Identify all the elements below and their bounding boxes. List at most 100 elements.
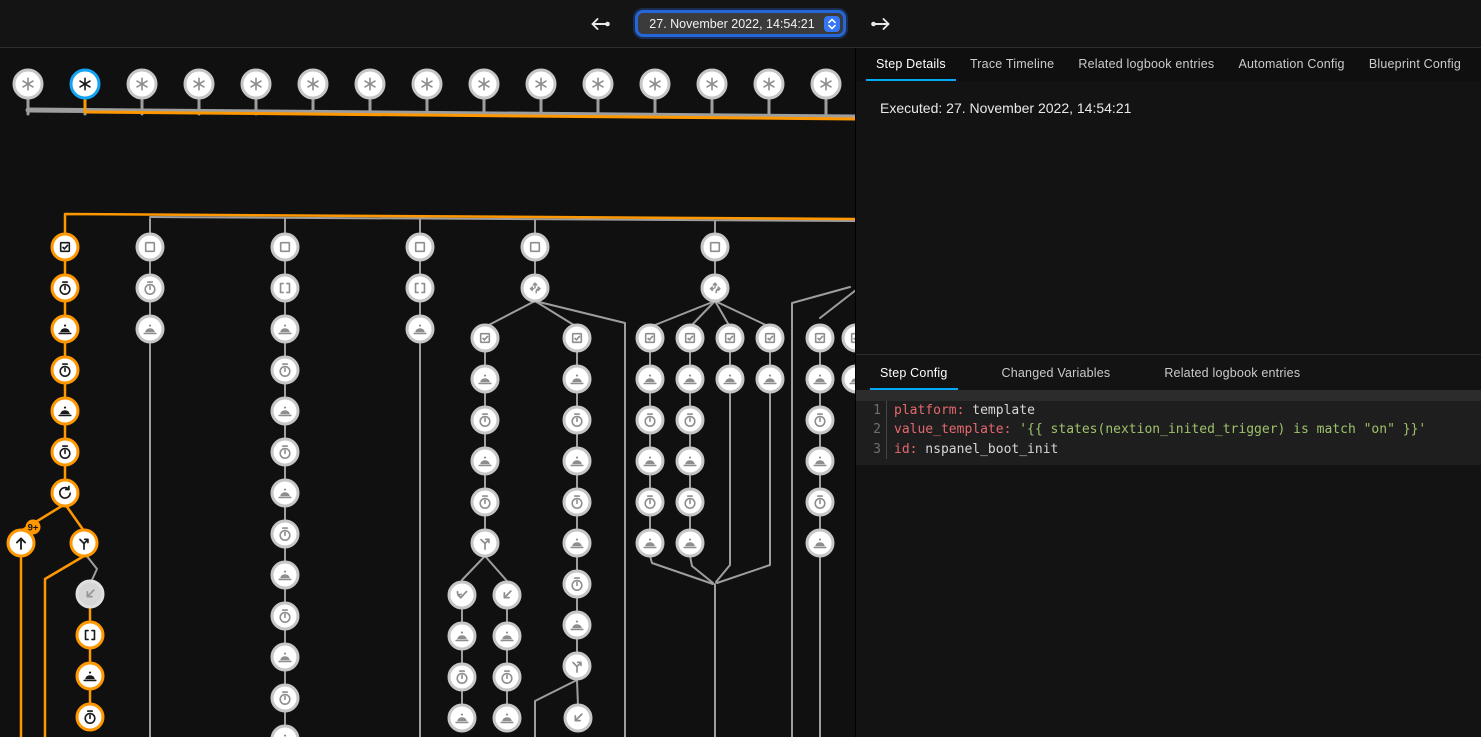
trace-graph-node-brackets[interactable] [407, 275, 433, 301]
tab-step-details[interactable]: Step Details [866, 48, 956, 81]
trace-graph-node-service[interactable] [449, 623, 475, 649]
trace-graph-node-timer[interactable] [272, 685, 298, 711]
tab-blueprint-config[interactable]: Blueprint Config [1359, 48, 1471, 81]
trace-graph-node-service[interactable] [757, 366, 783, 392]
trace-graph-node-repeat[interactable] [52, 480, 78, 506]
trace-graph-node-service[interactable] [272, 316, 298, 342]
trace-graph-node-checkbox-marked[interactable] [757, 325, 783, 351]
trace-graph-node-asterisk[interactable] [527, 70, 555, 98]
trace-graph-node-timer[interactable] [637, 489, 663, 515]
trace-graph-node-service[interactable] [807, 530, 833, 556]
trace-graph-node-asterisk[interactable] [14, 70, 42, 98]
trace-graph-node-asterisk[interactable] [641, 70, 669, 98]
trace-graph-node-checkbox-marked[interactable] [472, 325, 498, 351]
tab-trace-timeline[interactable]: Trace Timeline [960, 48, 1064, 81]
previous-run-button[interactable] [582, 12, 618, 36]
trace-graph-node-checkbox-blank[interactable] [137, 234, 163, 260]
trace-graph-node-asterisk[interactable] [470, 70, 498, 98]
trace-graph-node-timer[interactable] [272, 357, 298, 383]
trace-graph-node-asterisk[interactable] [755, 70, 783, 98]
trace-graph-node-service[interactable] [717, 366, 743, 392]
trace-graph-node-checkbox-marked[interactable] [52, 234, 78, 260]
tab-related-logbook-entries[interactable]: Related logbook entries [1154, 357, 1310, 390]
trace-graph-node-timer[interactable] [472, 489, 498, 515]
trace-graph-node-service[interactable] [843, 366, 855, 392]
trace-graph-node-timer[interactable] [677, 407, 703, 433]
trace-graph-node-service[interactable] [677, 448, 703, 474]
trace-graph-node-asterisk[interactable] [71, 70, 99, 98]
trace-graph-node-timer[interactable] [564, 407, 590, 433]
trace-graph-node-timer[interactable] [272, 521, 298, 547]
trace-graph-node-asterisk[interactable] [299, 70, 327, 98]
tab-changed-variables[interactable]: Changed Variables [992, 357, 1121, 390]
trace-graph-node-choose[interactable] [522, 275, 548, 301]
trace-graph-node-service[interactable] [807, 366, 833, 392]
trace-graph-node-timer[interactable] [449, 664, 475, 690]
tab-step-config[interactable]: Step Config [870, 357, 958, 390]
trace-graph-node-arrow-bottom-left[interactable] [77, 581, 103, 607]
trace-graph-node-checkbox-marked[interactable] [677, 325, 703, 351]
trace-graph-node-checkbox-marked[interactable] [637, 325, 663, 351]
trace-graph-node-asterisk[interactable] [185, 70, 213, 98]
next-run-button[interactable] [863, 12, 899, 36]
trace-graph-node-timer[interactable] [52, 275, 78, 301]
trace-graph-node-service[interactable] [564, 530, 590, 556]
trace-graph-node-timer[interactable] [564, 489, 590, 515]
trace-graph-node-asterisk[interactable] [356, 70, 384, 98]
trace-graph-node-checkbox-marked[interactable] [807, 325, 833, 351]
trace-graph-node-timer[interactable] [137, 275, 163, 301]
trace-graph-node-arrow-decision[interactable] [564, 653, 590, 679]
trace-graph-node-checkbox-blank[interactable] [522, 234, 548, 260]
trace-graph-node-checkbox-blank[interactable] [407, 234, 433, 260]
trace-graph-node-brackets[interactable] [272, 275, 298, 301]
trace-graph-node-asterisk[interactable] [812, 70, 840, 98]
trace-graph-node-check-curve[interactable] [449, 582, 475, 608]
trace-graph-node-service[interactable] [677, 366, 703, 392]
trace-graph-node-service[interactable] [564, 612, 590, 638]
trace-graph-node-service[interactable] [52, 398, 78, 424]
trace-graph-node-asterisk[interactable] [413, 70, 441, 98]
trace-graph-node-timer[interactable] [52, 439, 78, 465]
trace-graph-node-service[interactable] [564, 366, 590, 392]
trace-graph-node-checkbox-marked[interactable] [564, 325, 590, 351]
tab-related-logbook-entries[interactable]: Related logbook entries [1068, 48, 1224, 81]
trace-graph-node-timer[interactable] [272, 603, 298, 629]
trace-graph-node-asterisk[interactable] [584, 70, 612, 98]
trace-graph-node-arrow-decision[interactable] [71, 530, 97, 556]
trace-graph-node-service[interactable] [637, 366, 663, 392]
trace-graph-node-timer[interactable] [677, 489, 703, 515]
trace-graph-node-timer[interactable] [52, 357, 78, 383]
trace-graph-node-service[interactable] [272, 562, 298, 588]
trace-graph-node-timer[interactable] [807, 407, 833, 433]
trace-graph-node-timer[interactable] [494, 664, 520, 690]
trace-graph-node-timer[interactable] [807, 489, 833, 515]
trace-graph-node-service[interactable] [272, 726, 298, 737]
trace-graph-node-arrow-bottom-left[interactable] [494, 582, 520, 608]
yaml-code-editor[interactable]: 1platform: template2value_template: '{{ … [856, 390, 1481, 465]
trace-graph-node-checkbox-marked[interactable] [843, 325, 855, 351]
trace-graph-node-timer[interactable] [637, 407, 663, 433]
trace-graph-node-asterisk[interactable] [698, 70, 726, 98]
trace-graph-node-timer[interactable] [564, 571, 590, 597]
trace-graph-node-service[interactable] [137, 316, 163, 342]
trace-graph-node-asterisk[interactable] [242, 70, 270, 98]
trace-graph-node-service[interactable] [494, 623, 520, 649]
trace-graph-node-service[interactable] [472, 448, 498, 474]
trace-graph-node-service[interactable] [637, 530, 663, 556]
trace-graph-node-service[interactable] [677, 530, 703, 556]
trace-graph-node-timer[interactable] [472, 407, 498, 433]
trace-graph-node-choose[interactable] [702, 275, 728, 301]
trace-graph-node-timer[interactable] [77, 704, 103, 730]
trace-graph-node-service[interactable] [637, 448, 663, 474]
trace-graph-node-timer[interactable] [272, 439, 298, 465]
trace-graph-node-brackets[interactable] [77, 622, 103, 648]
trace-graph-node-asterisk[interactable] [128, 70, 156, 98]
trace-graph-node-service[interactable] [407, 316, 433, 342]
trace-graph-node-checkbox-blank[interactable] [702, 234, 728, 260]
trace-graph-node-arrow-bottom-left[interactable] [565, 705, 591, 731]
tab-automation-config[interactable]: Automation Config [1228, 48, 1354, 81]
trace-graph-node-checkbox-blank[interactable] [272, 234, 298, 260]
trace-graph-node-service[interactable] [564, 448, 590, 474]
trace-graph-node-service[interactable] [272, 398, 298, 424]
trace-graph-node-service[interactable] [272, 480, 298, 506]
